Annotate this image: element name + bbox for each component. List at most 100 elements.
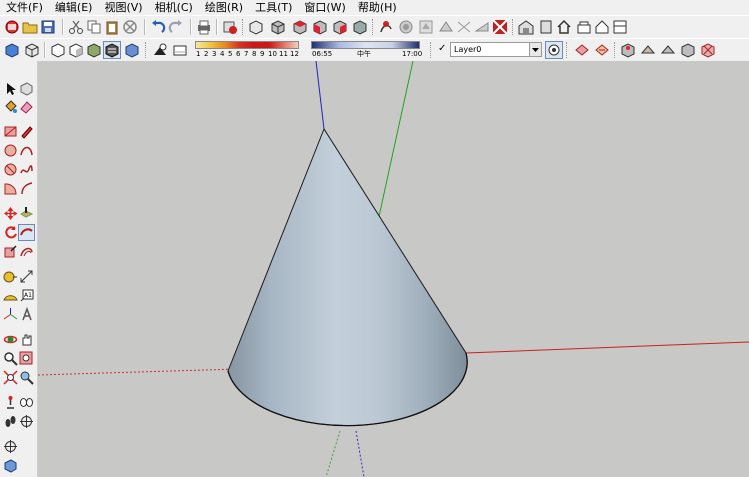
toolbar-grip[interactable] bbox=[512, 19, 516, 35]
shadows-toggle-icon[interactable] bbox=[152, 42, 168, 58]
move-tool-icon[interactable] bbox=[3, 206, 18, 221]
rectangle-tool-icon[interactable] bbox=[3, 124, 18, 139]
rotate-tool-icon[interactable] bbox=[3, 225, 18, 240]
time-slider[interactable] bbox=[311, 41, 420, 49]
paint-bucket-icon[interactable] bbox=[3, 99, 18, 114]
paste-icon[interactable] bbox=[104, 19, 120, 35]
stamp-icon[interactable] bbox=[418, 19, 434, 35]
fog-toggle-icon[interactable] bbox=[172, 42, 188, 58]
orbit-tool-icon[interactable] bbox=[3, 332, 18, 347]
menu-window[interactable]: 窗口(W) bbox=[298, 0, 351, 15]
tile-icon[interactable] bbox=[492, 19, 508, 35]
shaded-textures-icon[interactable] bbox=[86, 42, 102, 58]
right-view-icon[interactable] bbox=[332, 19, 348, 35]
share-model-icon[interactable] bbox=[538, 19, 554, 35]
viewport-canvas[interactable] bbox=[38, 61, 749, 477]
cone-body[interactable] bbox=[227, 127, 468, 427]
position-camera-icon[interactable] bbox=[640, 42, 656, 58]
layer-manager-icon[interactable] bbox=[545, 41, 563, 59]
select-arrow-icon[interactable] bbox=[3, 81, 18, 96]
dimension-tool-icon[interactable] bbox=[19, 269, 34, 284]
protractor-icon[interactable] bbox=[3, 288, 18, 303]
position-camera-tool-icon[interactable] bbox=[3, 395, 18, 410]
menu-file[interactable]: 文件(F) bbox=[0, 0, 49, 15]
circle-tool-icon[interactable] bbox=[3, 143, 18, 158]
scale-tool-icon[interactable] bbox=[3, 244, 18, 259]
line-pencil-icon[interactable] bbox=[19, 124, 34, 139]
flip-edge-icon[interactable] bbox=[474, 19, 490, 35]
toolbar-grip[interactable] bbox=[372, 19, 376, 35]
home-icon[interactable] bbox=[556, 19, 572, 35]
section-plane-icon[interactable] bbox=[574, 42, 590, 58]
style-box-icon[interactable] bbox=[124, 42, 140, 58]
chevron-down-icon[interactable] bbox=[529, 43, 541, 56]
toolbar-grip[interactable] bbox=[242, 19, 246, 35]
extension-icon[interactable] bbox=[612, 19, 628, 35]
walkthrough-icon[interactable] bbox=[620, 42, 636, 58]
menu-help[interactable]: 帮助(H) bbox=[352, 0, 403, 15]
match-photo-icon[interactable] bbox=[700, 42, 716, 58]
monochrome-icon[interactable] bbox=[103, 41, 121, 59]
top-view-icon[interactable] bbox=[292, 19, 308, 35]
drape-icon[interactable] bbox=[438, 19, 454, 35]
print-icon[interactable] bbox=[196, 19, 212, 35]
previous-view-icon[interactable] bbox=[19, 370, 34, 385]
polygon-tool-icon[interactable] bbox=[3, 162, 18, 177]
front-view-icon[interactable] bbox=[312, 19, 328, 35]
section-plane-tool-icon[interactable] bbox=[19, 414, 34, 429]
pie-tool-icon[interactable] bbox=[3, 181, 18, 196]
model-info-icon[interactable] bbox=[222, 19, 238, 35]
menu-view[interactable]: 视图(V) bbox=[98, 0, 148, 15]
wireframe-style-icon[interactable] bbox=[24, 42, 40, 58]
copy-icon[interactable] bbox=[86, 19, 102, 35]
house-outline-icon[interactable] bbox=[594, 19, 610, 35]
look-around-icon[interactable] bbox=[660, 42, 676, 58]
model-viewport[interactable] bbox=[38, 61, 749, 477]
menu-camera[interactable]: 相机(C) bbox=[149, 0, 199, 15]
zoom-icon[interactable] bbox=[3, 351, 18, 366]
pan-hand-icon[interactable] bbox=[19, 332, 34, 347]
warehouse-icon[interactable] bbox=[518, 19, 534, 35]
add-location-icon[interactable] bbox=[3, 439, 18, 454]
3d-text-icon[interactable] bbox=[19, 306, 34, 322]
eraser-icon[interactable] bbox=[19, 99, 34, 114]
zoom-window-icon[interactable] bbox=[19, 351, 34, 366]
back-view-icon[interactable] bbox=[352, 19, 368, 35]
push-pull-icon[interactable] bbox=[19, 206, 34, 221]
toolbar-grip[interactable] bbox=[566, 42, 570, 58]
arc-tool-icon[interactable] bbox=[19, 143, 34, 158]
look-around-tool-icon[interactable] bbox=[19, 395, 34, 410]
make-component-icon[interactable] bbox=[19, 81, 34, 96]
toolbar-grip[interactable] bbox=[614, 42, 618, 58]
components-icon[interactable] bbox=[248, 19, 264, 35]
hidden-line-icon[interactable] bbox=[50, 42, 66, 58]
open-folder-icon[interactable] bbox=[22, 19, 38, 35]
save-icon[interactable] bbox=[40, 19, 56, 35]
menu-tools[interactable]: 工具(T) bbox=[249, 0, 298, 15]
iso-view-icon[interactable] bbox=[270, 19, 286, 35]
follow-me-icon[interactable] bbox=[18, 224, 35, 241]
zoom-extents-icon[interactable] bbox=[3, 370, 18, 385]
shaded-icon[interactable] bbox=[68, 42, 84, 58]
section-display-icon[interactable] bbox=[594, 42, 610, 58]
new-file-icon[interactable] bbox=[4, 19, 20, 35]
tape-measure-icon[interactable] bbox=[3, 269, 18, 284]
freehand-tool-icon[interactable] bbox=[19, 162, 34, 177]
menu-draw[interactable]: 绘图(R) bbox=[199, 0, 249, 15]
layer-dropdown[interactable]: Layer0 bbox=[450, 42, 542, 57]
toggle-terrain-icon[interactable] bbox=[3, 458, 18, 473]
menu-edit[interactable]: 编辑(E) bbox=[49, 0, 99, 15]
redo-icon[interactable] bbox=[168, 19, 184, 35]
walk-icon[interactable] bbox=[680, 42, 696, 58]
undo-icon[interactable] bbox=[150, 19, 166, 35]
axes-tool-icon[interactable] bbox=[3, 307, 18, 322]
toolbar-grip[interactable] bbox=[430, 42, 434, 58]
cut-icon[interactable] bbox=[68, 19, 84, 35]
curve-tool-icon[interactable] bbox=[19, 181, 34, 196]
toolbar-grip[interactable] bbox=[145, 42, 149, 58]
offset-tool-icon[interactable] bbox=[19, 244, 34, 259]
xray-style-icon[interactable] bbox=[4, 42, 20, 58]
smoove-icon[interactable] bbox=[398, 19, 414, 35]
erase-icon[interactable] bbox=[122, 19, 138, 35]
month-slider[interactable] bbox=[195, 41, 299, 49]
